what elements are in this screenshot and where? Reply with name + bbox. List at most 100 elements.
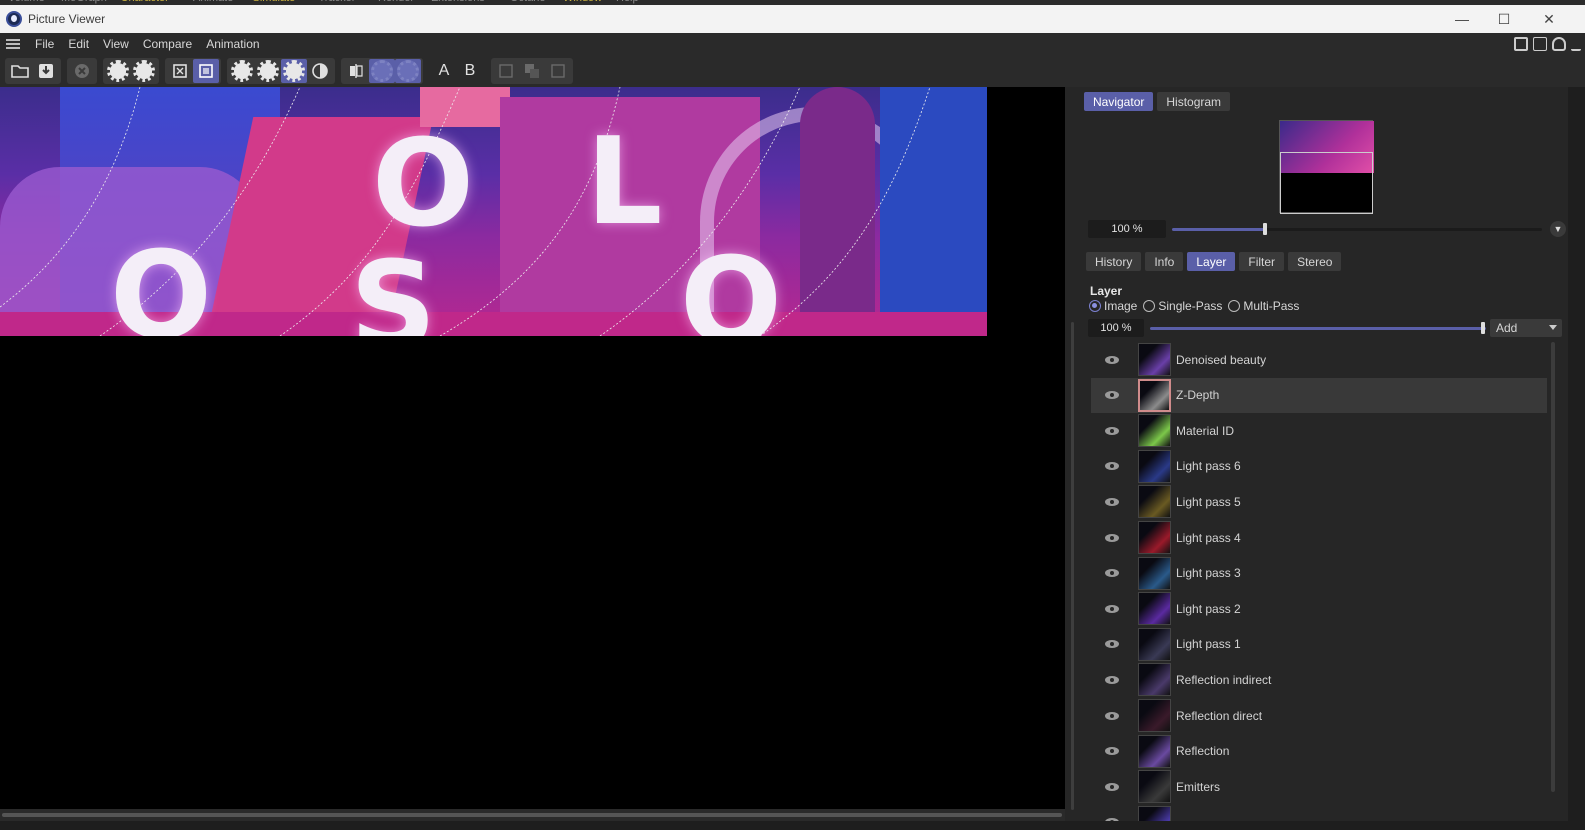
host-menu-item[interactable]: Extensions [431, 0, 485, 4]
visibility-eye-icon[interactable] [1105, 355, 1119, 364]
layer-thumbnail [1138, 592, 1171, 626]
render-letter: L [586, 113, 663, 252]
tab-info[interactable]: Info [1145, 252, 1184, 271]
set-b-button[interactable]: B [457, 59, 483, 83]
tab-layer[interactable]: Layer [1187, 252, 1236, 271]
export-b-icon[interactable] [545, 59, 571, 83]
visibility-eye-icon[interactable] [1105, 604, 1119, 613]
pan-hand-icon[interactable] [1552, 37, 1566, 51]
visibility-eye-icon[interactable] [1105, 640, 1119, 649]
zoom-field[interactable]: 100 % [1088, 220, 1166, 238]
maximize-button[interactable]: ☐ [1481, 5, 1527, 33]
ab-compare-icon[interactable] [343, 59, 369, 83]
chip-settings-icon[interactable] [167, 59, 193, 83]
opacity-slider[interactable] [1150, 327, 1486, 330]
visibility-eye-icon[interactable] [1105, 426, 1119, 435]
contrast-icon[interactable] [307, 59, 333, 83]
radio-image[interactable]: Image [1089, 299, 1137, 313]
tab-history[interactable]: History [1086, 252, 1142, 271]
host-menu-item[interactable]: Character [121, 0, 169, 4]
visibility-eye-icon[interactable] [1105, 711, 1119, 720]
host-menu-item[interactable]: MoGraph [61, 0, 107, 4]
radio-single-pass[interactable]: Single-Pass [1143, 299, 1222, 313]
layer-row[interactable]: Reflection [1091, 734, 1547, 769]
tab-filter[interactable]: Filter [1239, 252, 1285, 271]
tab-histogram[interactable]: Histogram [1157, 92, 1231, 111]
zoom-slider[interactable] [1172, 223, 1542, 235]
zoom-dropdown-icon[interactable]: ▼ [1550, 221, 1566, 237]
layer-name: Light pass 3 [1176, 566, 1241, 581]
tone-gear-icon[interactable] [255, 59, 281, 83]
navigator-thumbnail[interactable] [1279, 120, 1374, 214]
opacity-field[interactable]: 100 % [1088, 319, 1144, 337]
visibility-eye-icon[interactable] [1105, 462, 1119, 471]
zoom-slider-handle[interactable] [1262, 223, 1267, 235]
host-menu-item[interactable]: Render [378, 0, 414, 4]
visibility-eye-icon[interactable] [1105, 782, 1119, 791]
compare-gear-b-icon[interactable] [395, 59, 421, 83]
export-a-icon[interactable] [493, 59, 519, 83]
layer-list-scrollbar[interactable] [1551, 342, 1555, 792]
host-menu-item[interactable]: Window [563, 0, 602, 4]
chip-active-icon[interactable] [193, 59, 219, 83]
menu-file[interactable]: File [28, 37, 61, 51]
set-a-button[interactable]: A [431, 59, 457, 83]
host-menu-item[interactable]: Help [616, 0, 639, 4]
layer-row[interactable]: Light pass 3 [1091, 556, 1547, 591]
layer-row[interactable]: Light pass 1 [1091, 627, 1547, 662]
visibility-eye-icon[interactable] [1105, 533, 1119, 542]
host-menu-item[interactable]: Tracker [319, 0, 356, 4]
visibility-eye-icon[interactable] [1105, 818, 1119, 821]
render-settings-icon[interactable] [105, 59, 131, 83]
panel-splitter[interactable] [1065, 87, 1083, 821]
visibility-eye-icon[interactable] [1105, 747, 1119, 756]
layer-row[interactable]: Z-Depth [1091, 377, 1547, 413]
render-region-icon[interactable] [131, 59, 157, 83]
exposure-gear-icon[interactable] [229, 59, 255, 83]
layer-row[interactable]: Reflection direct [1091, 698, 1547, 733]
host-menu-item[interactable]: Simulate [253, 0, 296, 4]
host-menu-item[interactable]: Animate [193, 0, 233, 4]
minimize-button[interactable]: — [1439, 5, 1485, 33]
open-folder-icon[interactable] [7, 59, 33, 83]
navigator-view-frame[interactable] [1280, 152, 1373, 214]
layer-row[interactable]: Light pass 2 [1091, 591, 1547, 626]
layer-row[interactable]: Emitters [1091, 769, 1547, 804]
menu-edit[interactable]: Edit [61, 37, 96, 51]
visibility-eye-icon[interactable] [1105, 675, 1119, 684]
menu-view[interactable]: View [96, 37, 136, 51]
color-gear-icon[interactable] [281, 59, 307, 83]
layer-row[interactable]: Light pass 5 [1091, 484, 1547, 519]
host-menu-item[interactable]: Volume [8, 0, 45, 4]
blend-mode-select[interactable]: Add [1490, 319, 1562, 337]
opacity-slider-handle[interactable] [1481, 322, 1485, 334]
layer-row[interactable]: Light pass 6 [1091, 449, 1547, 484]
radio-multi-pass[interactable]: Multi-Pass [1228, 299, 1299, 313]
hamburger-menu-icon[interactable] [6, 39, 20, 49]
tab-stereo[interactable]: Stereo [1288, 252, 1342, 271]
visibility-eye-icon[interactable] [1105, 391, 1119, 400]
swap-layers-icon[interactable] [519, 59, 545, 83]
image-viewport[interactable]: O L O S O [0, 87, 1065, 809]
save-download-icon[interactable] [33, 59, 59, 83]
host-menu-item[interactable]: Octane [510, 0, 545, 4]
layer-row[interactable]: Reflection indirect [1091, 662, 1547, 697]
tab-navigator[interactable]: Navigator [1084, 92, 1154, 111]
popout-icon[interactable] [1533, 37, 1547, 51]
dock-icon[interactable] [1571, 37, 1581, 51]
layer-name: Light pass 1 [1176, 637, 1241, 652]
layer-row[interactable]: Light pass 4 [1091, 520, 1547, 555]
layer-thumbnail [1138, 449, 1171, 483]
stop-render-icon[interactable] [69, 59, 95, 83]
visibility-eye-icon[interactable] [1105, 497, 1119, 506]
close-button[interactable]: ✕ [1526, 5, 1572, 33]
layer-row[interactable]: Material ID [1091, 413, 1547, 448]
menu-animation[interactable]: Animation [199, 37, 266, 51]
horizontal-scrollbar[interactable] [0, 809, 1065, 821]
panel-layout-icon[interactable] [1514, 37, 1528, 51]
compare-gear-a-icon[interactable] [369, 59, 395, 83]
menu-compare[interactable]: Compare [136, 37, 199, 51]
layer-row[interactable] [1091, 805, 1547, 821]
layer-row[interactable]: Denoised beauty [1091, 342, 1547, 377]
visibility-eye-icon[interactable] [1105, 569, 1119, 578]
